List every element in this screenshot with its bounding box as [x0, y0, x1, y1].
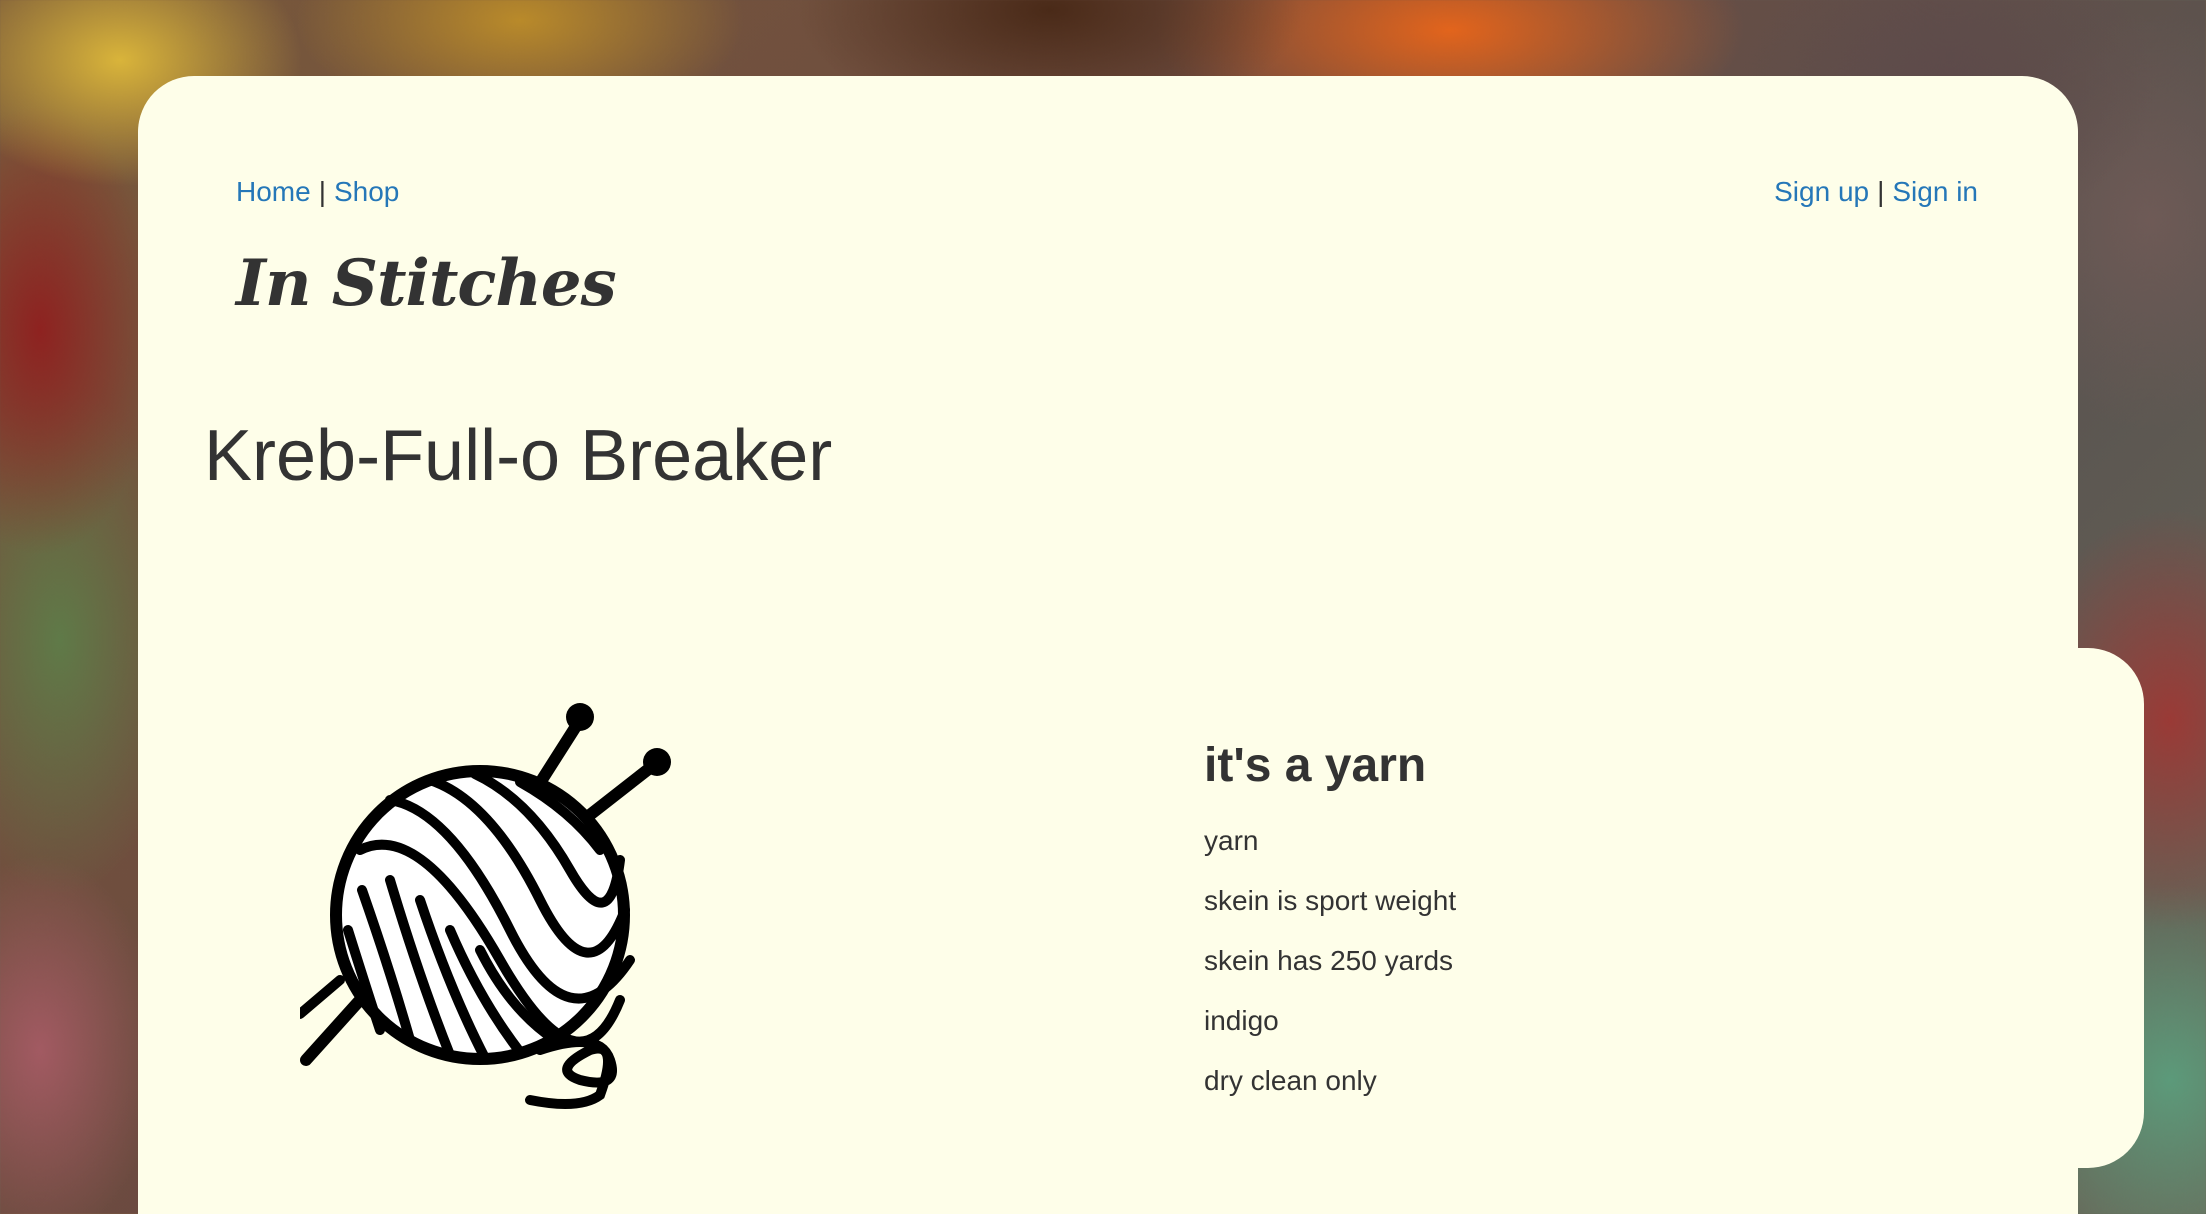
site-logo[interactable]: In Stitches	[236, 246, 617, 321]
nav-shop-link[interactable]: Shop	[334, 176, 399, 207]
sign-up-link[interactable]: Sign up	[1774, 176, 1869, 207]
attribute-weight: skein is sport weight	[1204, 884, 1457, 916]
yarn-ball-icon	[300, 703, 671, 1109]
attribute-yardage: skein has 250 yards	[1204, 944, 1454, 976]
attribute-color: indigo	[1204, 1004, 1279, 1036]
sign-in-link[interactable]: Sign in	[1892, 176, 1978, 207]
main-nav: Home | Shop	[236, 176, 399, 208]
description-heading: it's a yarn	[1204, 739, 1427, 792]
side-panel-tab	[2040, 648, 2144, 1168]
nav-separator: |	[1877, 176, 1885, 207]
product-title: Kreb-Full-o Breaker	[204, 416, 833, 496]
nav-home-link[interactable]: Home	[236, 176, 311, 207]
product-details: it's a yarn yarn skein is sport weight s…	[1204, 739, 1457, 1111]
attribute-type: yarn	[1204, 824, 1259, 856]
attribute-care: dry clean only	[1204, 1064, 1377, 1096]
account-nav: Sign up | Sign in	[1774, 176, 1978, 208]
nav-separator: |	[318, 176, 326, 207]
